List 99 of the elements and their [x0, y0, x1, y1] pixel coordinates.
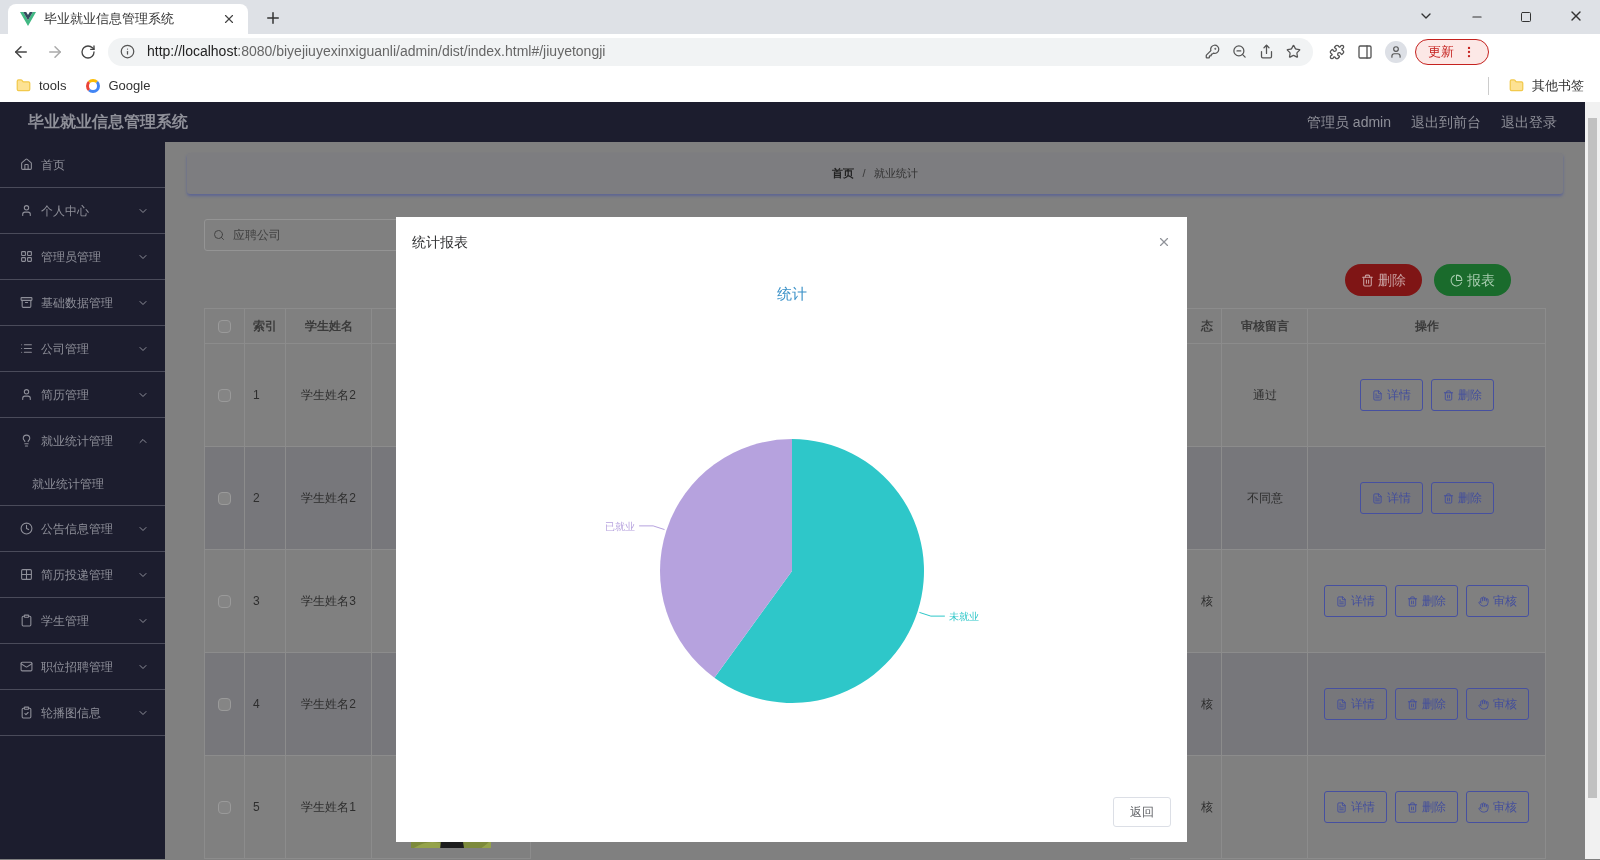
leader-line: [638, 525, 666, 531]
close-icon[interactable]: [222, 12, 236, 26]
sidebar-item[interactable]: 管理员管理: [0, 234, 165, 279]
user-icon: [20, 204, 33, 217]
dialog-title: 统计报表: [412, 232, 468, 252]
column-header: 操作: [1308, 309, 1546, 344]
zoom-out-icon[interactable]: [1232, 44, 1247, 59]
table-cell: 学生姓名1: [286, 756, 372, 859]
star-icon[interactable]: [1286, 44, 1301, 59]
hand-icon: [1478, 698, 1489, 710]
mail-icon: [20, 660, 33, 673]
back-button[interactable]: 返回: [1113, 797, 1171, 827]
scrollbar[interactable]: [1585, 102, 1600, 859]
column-header: 审核留言: [1222, 309, 1308, 344]
sidebar-item[interactable]: 学生管理: [0, 598, 165, 643]
folder-icon: [1509, 78, 1524, 93]
table-cell: 4: [245, 653, 286, 756]
folder-icon: [16, 78, 31, 93]
profile-icon[interactable]: [1385, 40, 1407, 63]
document-icon: [1336, 801, 1347, 813]
header-link[interactable]: 退出到前台: [1411, 111, 1481, 133]
checkbox[interactable]: [218, 319, 231, 333]
grid-icon: [20, 568, 33, 581]
clock-icon: [20, 522, 33, 535]
document-icon: [1336, 698, 1347, 710]
document-icon: [1371, 492, 1383, 504]
hand-icon: [1478, 595, 1489, 607]
bookmark[interactable]: Google: [86, 75, 151, 96]
list-icon: [20, 342, 33, 355]
table-cell: 2: [245, 447, 286, 550]
checkbox[interactable]: [218, 800, 231, 814]
reload-icon[interactable]: [80, 43, 96, 60]
breadcrumb-separator: /: [862, 166, 866, 182]
sidebar-item[interactable]: 个人中心: [0, 188, 165, 233]
share-icon[interactable]: [1259, 44, 1274, 59]
url-text: http://localhost:8080/biyejiuyexinxiguanli/admin/dist/index.html#/jiuyetongji: [147, 42, 607, 61]
header-link[interactable]: 退出登录: [1501, 111, 1557, 133]
pie-chart-icon: [1450, 273, 1463, 287]
bookmark[interactable]: 其他书签: [1509, 75, 1584, 96]
checkbox[interactable]: [218, 491, 231, 505]
sidebar-item[interactable]: 简历投递管理: [0, 552, 165, 597]
box-icon: [20, 296, 33, 309]
breadcrumb-item[interactable]: 就业统计: [873, 165, 918, 182]
checkbox[interactable]: [218, 594, 231, 608]
new-tab-icon[interactable]: [264, 9, 282, 27]
sidebar-item[interactable]: 就业统计管理: [0, 418, 165, 463]
column-header: 索引: [245, 309, 286, 344]
sidebar-item[interactable]: 首页: [0, 142, 165, 187]
report-button[interactable]: 报表: [1434, 264, 1511, 296]
side-panel-icon[interactable]: [1357, 43, 1373, 60]
sidebar-subitem[interactable]: 就业统计管理: [0, 463, 165, 505]
grid-icon: [20, 250, 33, 263]
bookmark[interactable]: tools: [16, 75, 67, 96]
app-title: 毕业就业信息管理系统: [28, 112, 189, 132]
key-icon[interactable]: [1205, 44, 1220, 59]
trash-icon: [1407, 801, 1418, 813]
delete-button[interactable]: 删除: [1345, 264, 1422, 296]
sidebar-item[interactable]: 轮播图信息: [0, 690, 165, 735]
chart-title: 统计: [777, 285, 807, 302]
clipboard-icon: [20, 614, 33, 627]
document-icon: [1336, 595, 1347, 607]
sidebar-item[interactable]: 职位招聘管理: [0, 644, 165, 689]
checkbox[interactable]: [218, 388, 231, 402]
trash-icon: [1442, 492, 1454, 504]
update-button[interactable]: 更新: [1415, 38, 1489, 65]
info-icon: [120, 44, 135, 59]
lightbulb-icon: [20, 434, 33, 447]
home-icon: [20, 158, 33, 171]
trash-icon: [1361, 273, 1374, 287]
breadcrumb-item[interactable]: 首页: [832, 165, 855, 182]
restore-icon[interactable]: [1520, 11, 1532, 23]
user-icon: [20, 388, 33, 401]
extensions-icon[interactable]: [1329, 43, 1345, 60]
pie-label: 已就业: [605, 520, 636, 532]
vue-logo-icon: [20, 12, 36, 26]
google-icon: [86, 78, 101, 93]
sidebar-item[interactable]: 基础数据管理: [0, 280, 165, 325]
tab-title: 毕业就业信息管理系统: [44, 10, 175, 29]
sidebar-item[interactable]: 公告信息管理: [0, 506, 165, 551]
search-icon: [213, 229, 225, 241]
hand-icon: [1478, 801, 1489, 813]
leader-line: [918, 611, 946, 617]
table-cell: 不同意: [1222, 447, 1308, 550]
sidebar-item[interactable]: 公司管理: [0, 326, 165, 371]
table-cell: 5: [245, 756, 286, 859]
checkbox[interactable]: [218, 697, 231, 711]
trash-icon: [1407, 595, 1418, 607]
trash-icon: [1442, 389, 1454, 401]
header-link[interactable]: 管理员 admin: [1306, 111, 1391, 133]
clipboard-icon: [20, 706, 33, 719]
trash-icon: [1407, 698, 1418, 710]
column-header: 学生姓名: [286, 309, 372, 344]
table-cell: 学生姓名2: [286, 653, 372, 756]
document-icon: [1371, 389, 1383, 401]
table-cell: 学生姓名2: [286, 447, 372, 550]
pie-label: 未就业: [948, 611, 979, 623]
address-bar[interactable]: http://localhost:8080/biyejiuyexinxiguanli/admin/dist/index.html#/jiuyetongji: [108, 37, 1313, 66]
sidebar-item[interactable]: 简历管理: [0, 372, 165, 417]
browser-tab[interactable]: 毕业就业信息管理系统: [8, 4, 248, 34]
